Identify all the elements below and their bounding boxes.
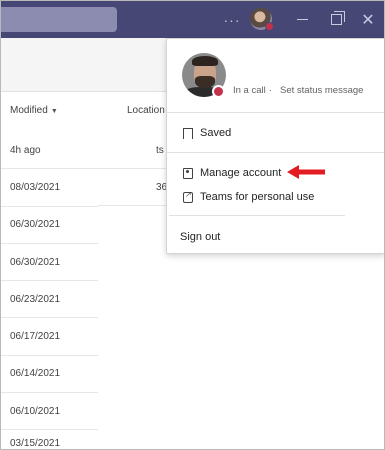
close-icon[interactable]: ✕ bbox=[357, 1, 379, 38]
sort-caret-icon: ▼ bbox=[50, 108, 58, 115]
column-header-modified-label: Modified bbox=[10, 105, 48, 116]
table-row[interactable]: 03/15/2021 bbox=[1, 430, 98, 446]
modified-cell: 06/23/2021 bbox=[10, 293, 61, 305]
modified-cell: 06/30/2021 bbox=[10, 219, 61, 231]
table-row[interactable]: 06/10/2021 bbox=[1, 393, 98, 431]
table-row[interactable]: 4h ago bbox=[1, 132, 98, 170]
menu-item-teams-personal-label: Teams for personal use bbox=[200, 191, 315, 203]
modified-cell: 06/14/2021 bbox=[10, 368, 61, 380]
profile-menu: In a call · Set status message Saved Mana… bbox=[166, 38, 384, 254]
table-row[interactable]: 08/03/2021 bbox=[1, 169, 98, 207]
presence-indicator-small bbox=[265, 22, 274, 31]
file-list: 4h ago 08/03/2021 06/30/2021 06/30/2021 … bbox=[1, 132, 98, 446]
menu-item-sign-out-label: Sign out bbox=[180, 231, 221, 243]
menu-item-saved-label: Saved bbox=[200, 127, 232, 139]
modified-cell: 06/10/2021 bbox=[10, 405, 61, 417]
table-row[interactable]: 06/23/2021 bbox=[1, 281, 98, 319]
set-status-message-link[interactable]: Set status message bbox=[280, 85, 363, 96]
table-row[interactable]: 06/30/2021 bbox=[1, 207, 98, 244]
menu-item-sign-out[interactable]: Sign out bbox=[180, 231, 220, 243]
table-row[interactable]: 06/17/2021 bbox=[1, 318, 98, 356]
modified-cell: 03/15/2021 bbox=[10, 438, 61, 447]
presence-busy-icon bbox=[212, 85, 225, 98]
menu-divider bbox=[169, 215, 345, 216]
row-divider bbox=[98, 168, 166, 169]
menu-divider bbox=[167, 152, 384, 153]
table-row[interactable]: 06/14/2021 bbox=[1, 356, 98, 394]
more-options-icon[interactable]: ··· bbox=[222, 1, 242, 38]
annotation-arrow-icon bbox=[287, 165, 325, 179]
menu-item-manage-account-label: Manage account bbox=[200, 167, 282, 179]
column-header-modified[interactable]: Modified ▼ bbox=[10, 105, 58, 116]
search-box[interactable] bbox=[1, 7, 117, 32]
title-bar: ··· ✕ bbox=[1, 1, 384, 38]
menu-item-teams-personal[interactable]: Teams for personal use bbox=[183, 190, 315, 203]
row-divider bbox=[98, 205, 166, 206]
column-header-location[interactable]: Location bbox=[127, 105, 165, 116]
location-cell: ts bbox=[156, 145, 164, 156]
table-row[interactable]: 06/30/2021 bbox=[1, 244, 98, 282]
external-link-icon bbox=[183, 190, 193, 203]
maximize-icon[interactable] bbox=[325, 1, 347, 38]
status-separator: · bbox=[268, 85, 272, 96]
minimize-icon[interactable] bbox=[291, 1, 313, 38]
modified-cell: 06/30/2021 bbox=[10, 256, 61, 268]
modified-cell: 06/17/2021 bbox=[10, 331, 61, 343]
menu-divider bbox=[167, 112, 384, 113]
presence-status[interactable]: In a call · bbox=[233, 85, 275, 96]
bookmark-icon bbox=[183, 127, 193, 140]
modified-cell: 08/03/2021 bbox=[10, 181, 61, 193]
presence-status-label: In a call bbox=[233, 85, 266, 96]
id-card-icon bbox=[183, 167, 193, 179]
menu-item-saved[interactable]: Saved bbox=[183, 127, 232, 140]
menu-item-manage-account[interactable]: Manage account bbox=[183, 167, 281, 179]
teams-window: ··· ✕ Modified ▼ Location 4h ago 08/03/20… bbox=[0, 0, 385, 450]
modified-cell: 4h ago bbox=[10, 144, 41, 156]
